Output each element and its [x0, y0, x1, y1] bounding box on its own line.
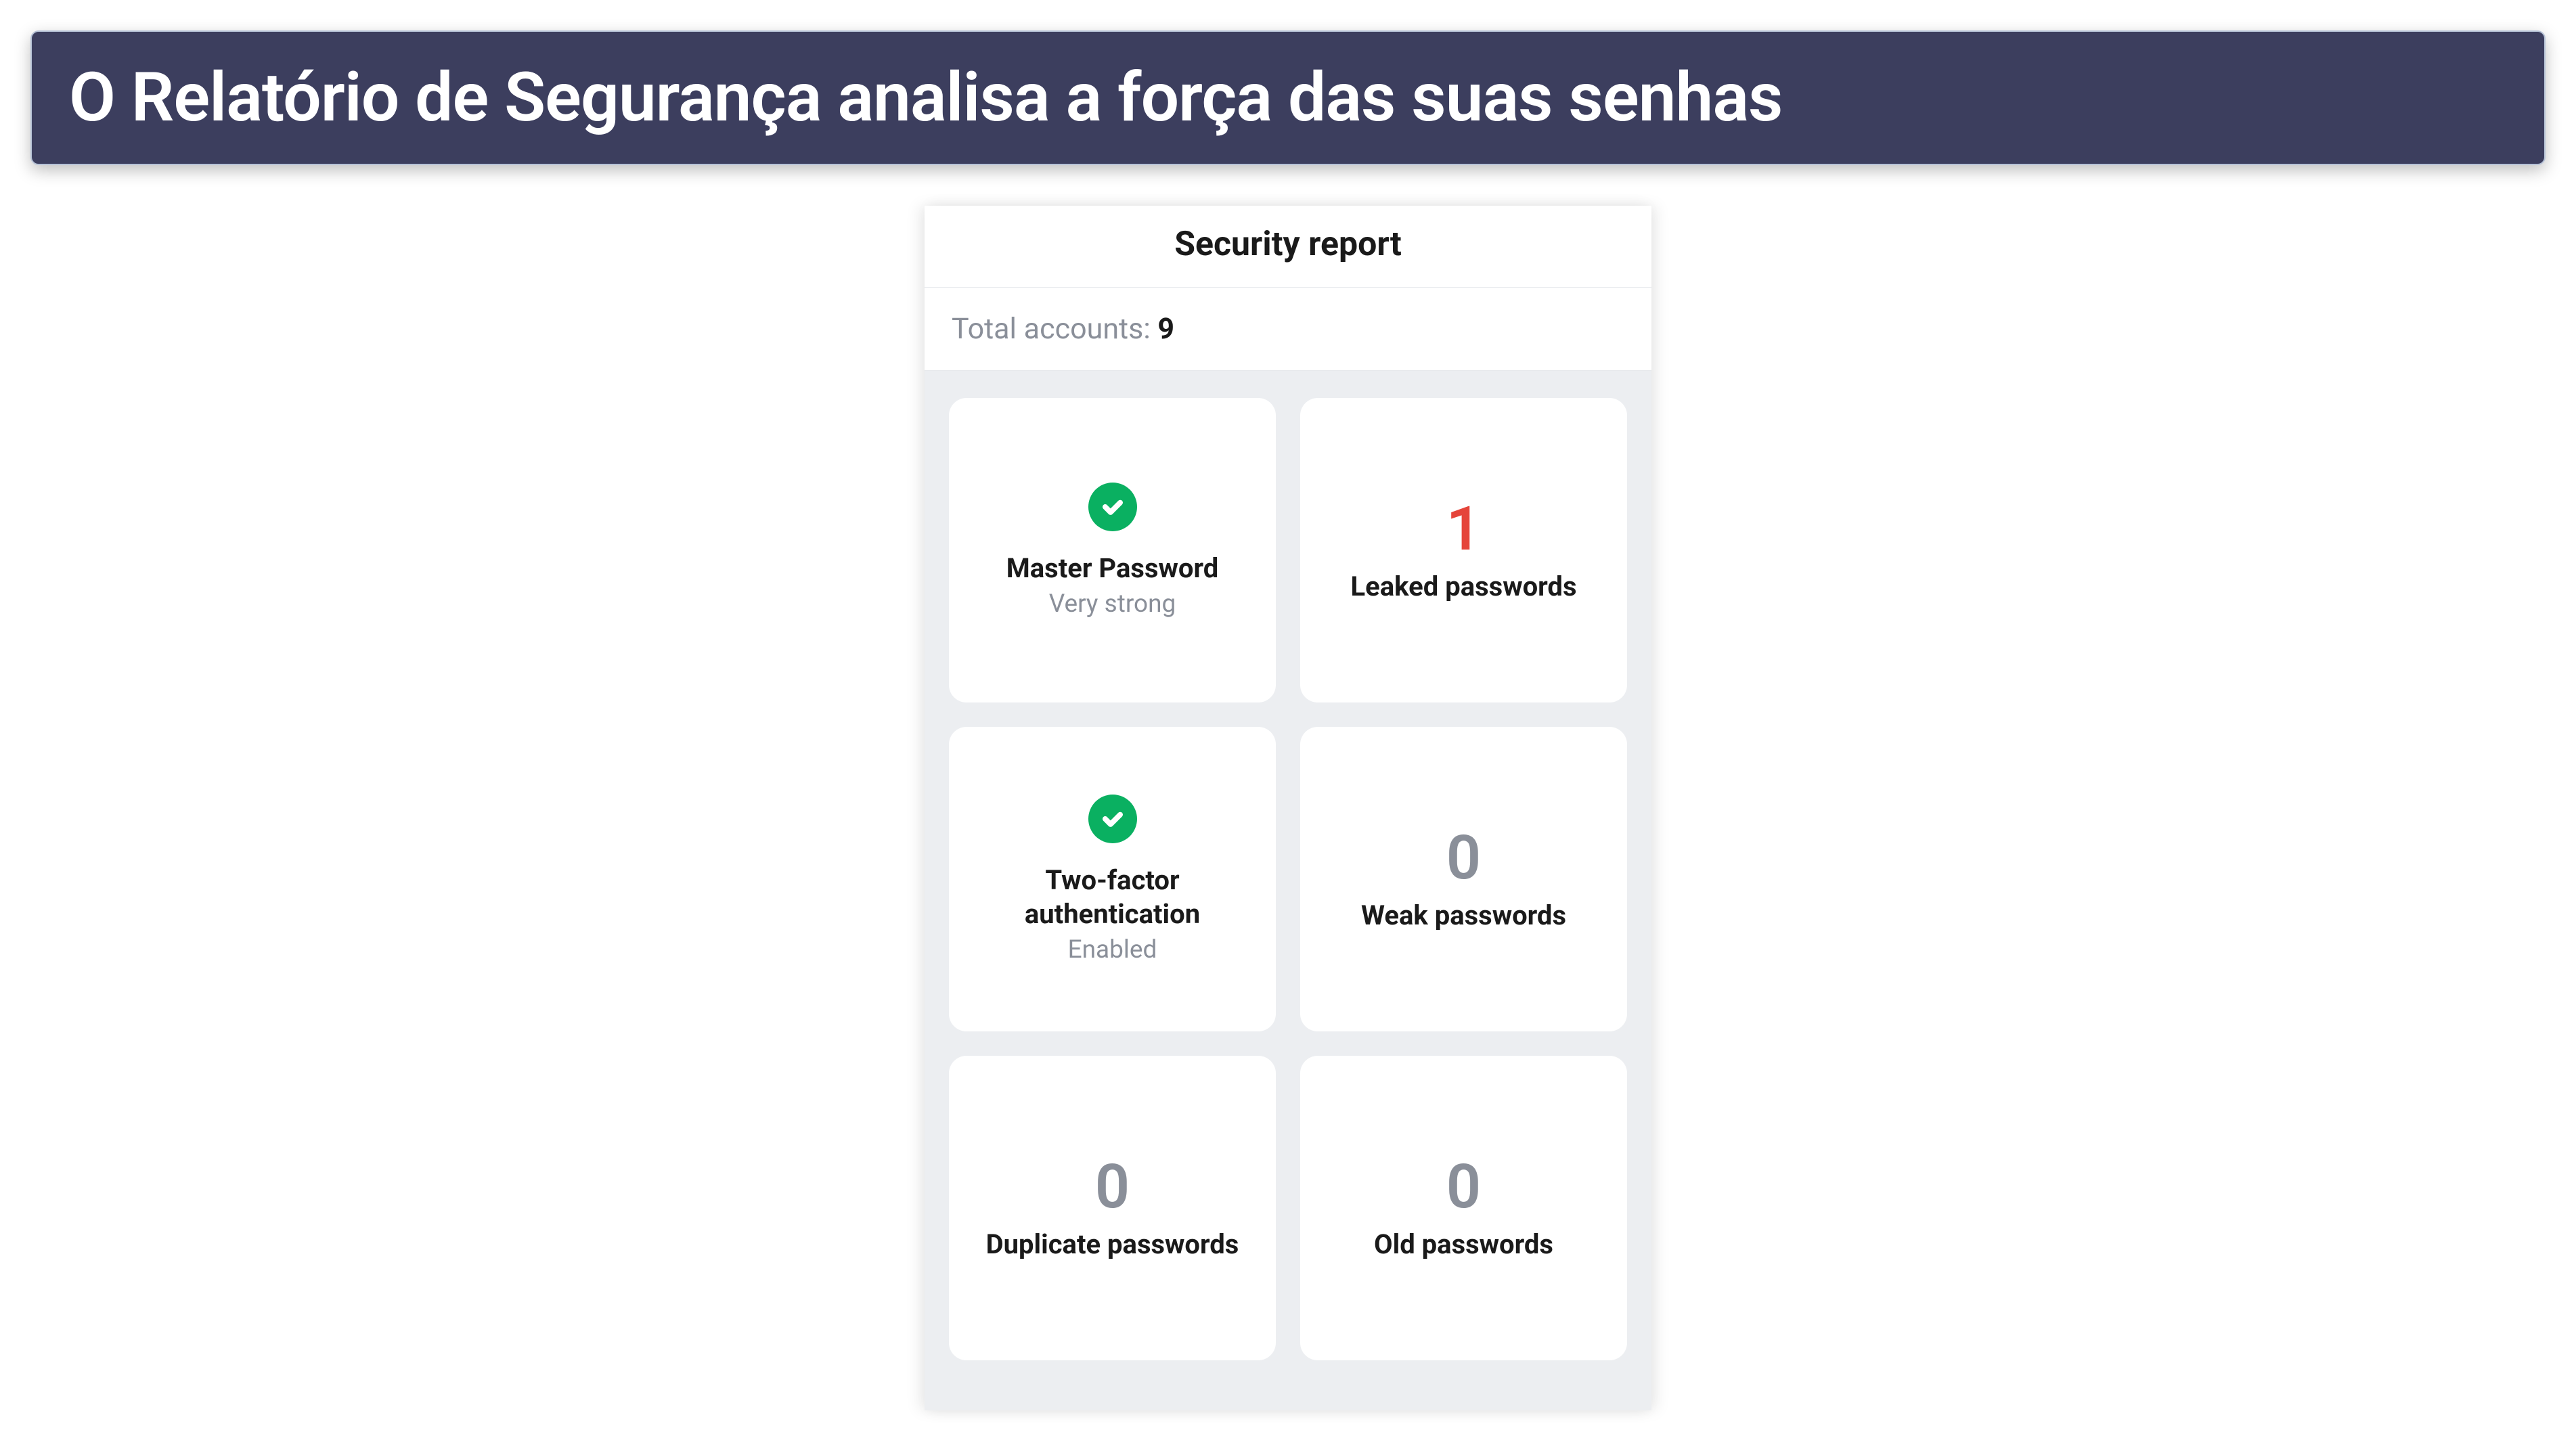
check-circle-icon: [1088, 483, 1137, 531]
card-duplicate-passwords[interactable]: 0 Duplicate passwords: [949, 1056, 1276, 1360]
card-subtitle: Enabled: [1068, 935, 1157, 964]
card-label: Duplicate passwords: [986, 1228, 1239, 1260]
card-subtitle: Very strong: [1049, 589, 1176, 619]
card-title: Master Password: [1006, 552, 1219, 585]
check-circle-icon: [1088, 795, 1137, 843]
weak-count: 0: [1446, 828, 1481, 889]
card-master-password[interactable]: Master Password Very strong: [949, 398, 1276, 702]
card-weak-passwords[interactable]: 0 Weak passwords: [1300, 727, 1627, 1031]
headline-banner: O Relatório de Segurança analisa a força…: [30, 30, 2546, 165]
report-card-grid: Master Password Very strong 1 Leaked pas…: [925, 371, 1651, 1410]
old-count: 0: [1446, 1157, 1481, 1218]
card-two-factor[interactable]: Two-factor authentication Enabled: [949, 727, 1276, 1031]
duplicate-count: 0: [1095, 1157, 1130, 1218]
card-label: Leaked passwords: [1351, 571, 1577, 602]
card-leaked-passwords[interactable]: 1 Leaked passwords: [1300, 398, 1627, 702]
leaked-count: 1: [1446, 499, 1481, 560]
card-title: Two-factor authentication: [965, 864, 1260, 931]
card-label: Weak passwords: [1361, 899, 1566, 931]
card-label: Old passwords: [1374, 1228, 1553, 1260]
panel-title: Security report: [925, 206, 1651, 288]
security-report-panel: Security report Total accounts: 9 Master…: [925, 206, 1651, 1410]
total-accounts-label: Total accounts:: [952, 312, 1157, 346]
total-accounts-count: 9: [1157, 312, 1174, 346]
card-old-passwords[interactable]: 0 Old passwords: [1300, 1056, 1627, 1360]
headline-text: O Relatório de Segurança analisa a força…: [69, 58, 1782, 137]
total-accounts-row: Total accounts: 9: [925, 288, 1651, 371]
